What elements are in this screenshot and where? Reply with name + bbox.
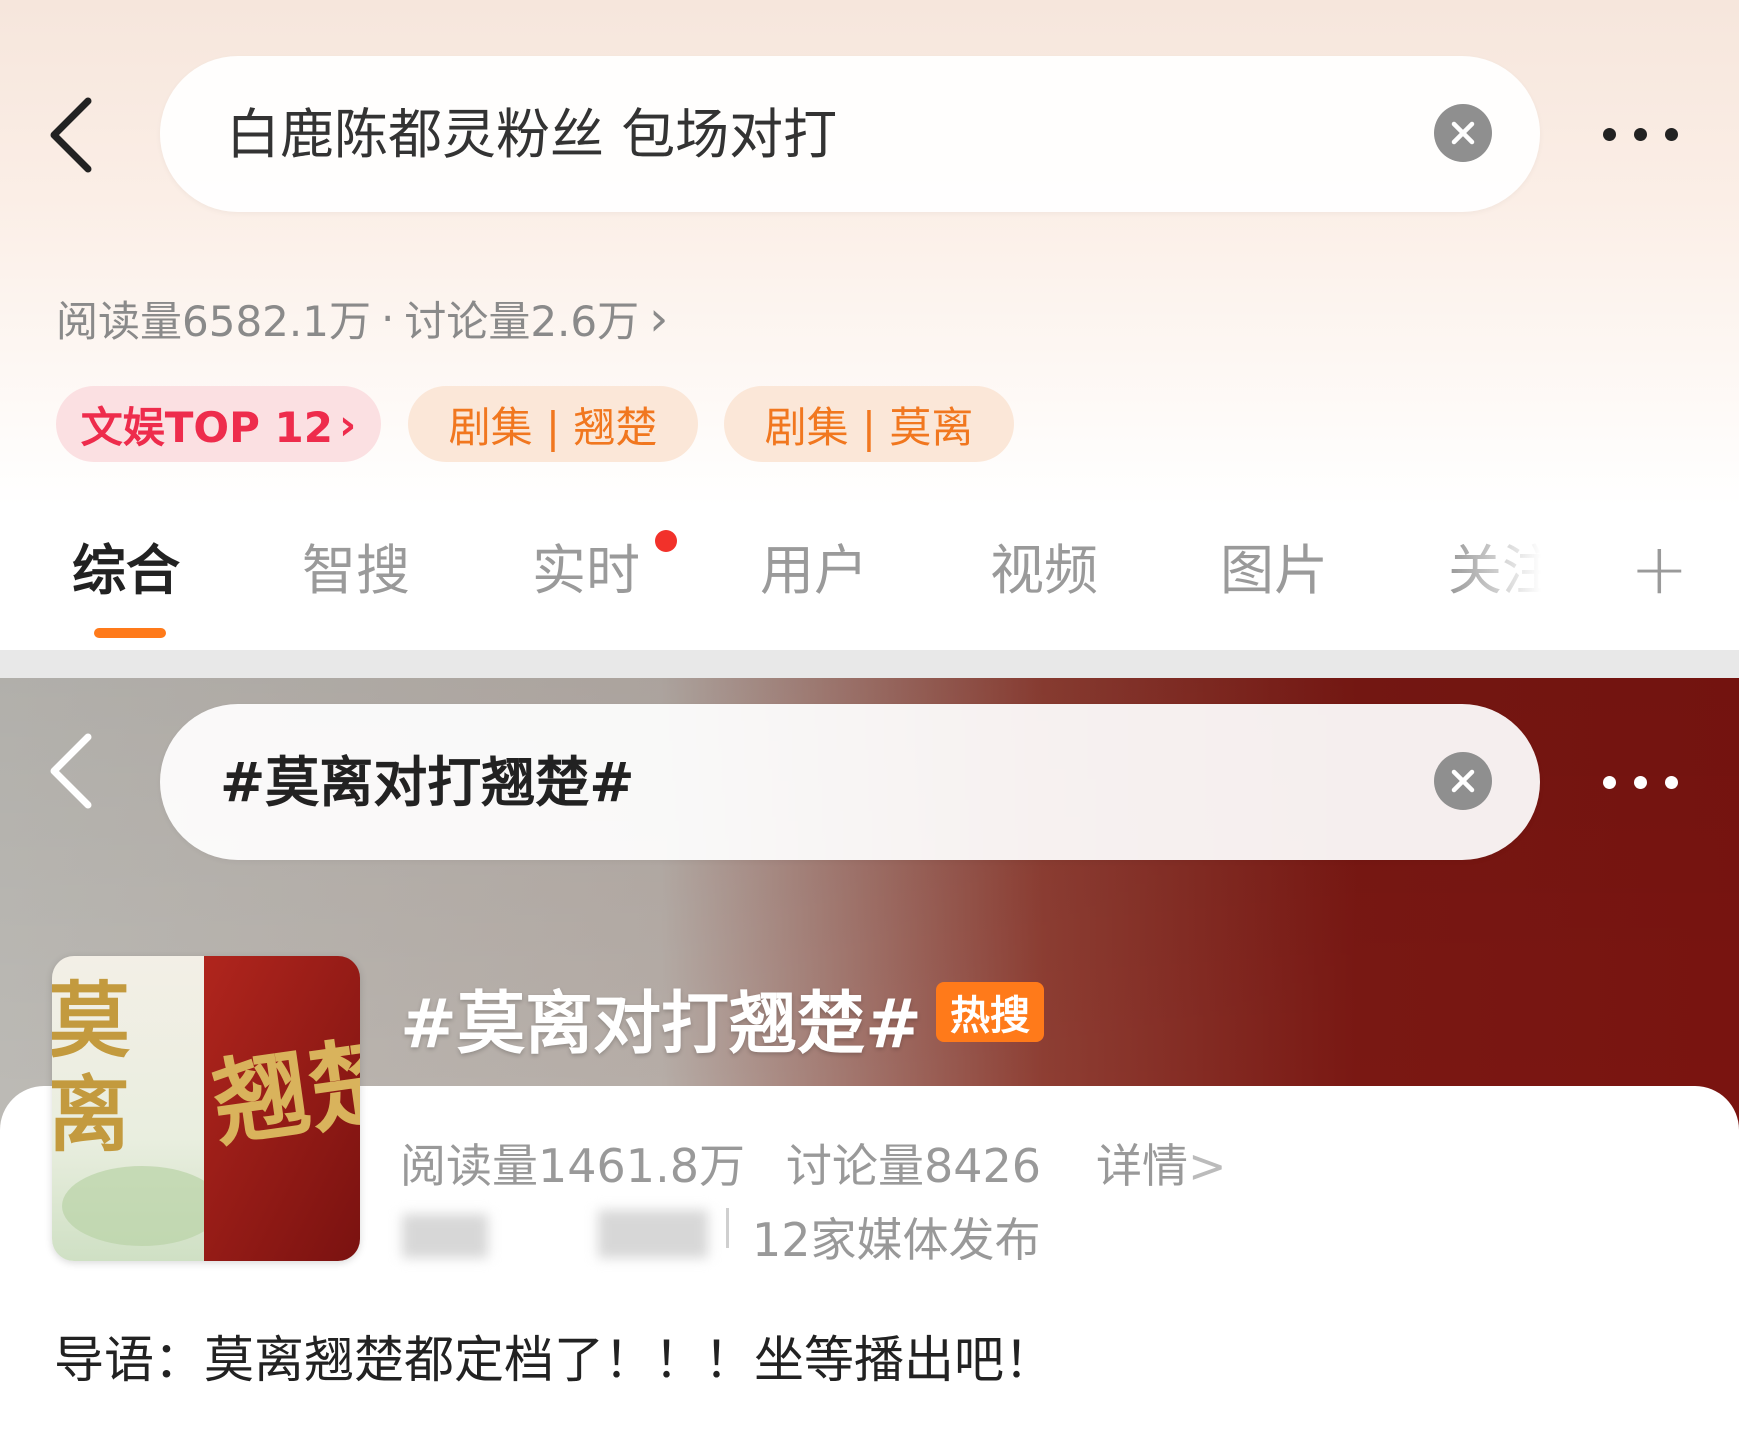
category-chip-label: 剧集 | 翘楚 xyxy=(448,402,658,452)
back-button[interactable] xyxy=(36,716,106,826)
read-count: 阅读量6582.1万 xyxy=(56,297,371,346)
top-search-screen: 白鹿陈都灵粉丝 包场对打 阅读量6582.1万 · 讨论量2.6万 › 文娱TO… xyxy=(0,0,1739,650)
topic-details-link[interactable]: 详情> xyxy=(1096,1130,1227,1196)
tab-images[interactable]: 图片 xyxy=(1220,544,1328,598)
blurred-host-name xyxy=(598,1210,708,1258)
clear-search-button[interactable] xyxy=(1434,104,1492,162)
more-icon xyxy=(1602,775,1616,789)
topic-lead: 导语：莫离翘楚都定档了！！！坐等播出吧！ xyxy=(54,1331,1054,1389)
tab-realtime[interactable]: 实时 xyxy=(532,544,640,598)
plus-icon: + xyxy=(1630,528,1689,610)
clear-icon xyxy=(1451,769,1475,793)
chevron-right-icon: › xyxy=(338,399,357,449)
tab-smart-search[interactable]: 智搜 xyxy=(302,544,410,598)
poster-title-qiaochu: 翘楚 xyxy=(206,1022,360,1161)
media-count: 12家媒体发布 xyxy=(752,1213,1041,1267)
clear-icon xyxy=(1451,121,1475,145)
topic-discussion-count: 讨论量8426 xyxy=(786,1139,1042,1193)
rank-chip-label: 文娱TOP 12 xyxy=(80,402,333,452)
poster-title-moli: 莫离 xyxy=(52,973,131,1163)
realtime-badge-dot xyxy=(655,530,677,552)
add-tab-button[interactable]: + xyxy=(1630,534,1689,604)
rank-chip[interactable]: 文娱TOP 12 › xyxy=(56,386,381,462)
topic-cover-image[interactable]: 莫离 翘楚 xyxy=(52,956,360,1261)
stats-separator: · xyxy=(380,294,395,343)
topic-stats[interactable]: 阅读量6582.1万 · 讨论量2.6万 › xyxy=(56,288,668,349)
category-chip-label: 剧集 | 莫离 xyxy=(764,402,974,452)
topic-title: #莫离对打翘楚# xyxy=(400,985,922,1064)
more-icon xyxy=(1602,127,1616,141)
tab-videos[interactable]: 视频 xyxy=(990,544,1098,598)
tab-overflow-fade xyxy=(1450,530,1580,620)
more-button[interactable] xyxy=(1580,104,1700,164)
screenshot-separator xyxy=(0,650,1739,678)
back-arrow-icon xyxy=(50,97,92,173)
chevron-right-icon: > xyxy=(1188,1139,1227,1193)
search-query[interactable]: #莫离对打翘楚# xyxy=(220,756,635,810)
details-label: 详情 xyxy=(1096,1139,1188,1193)
search-query[interactable]: 白鹿陈都灵粉丝 包场对打 xyxy=(226,108,837,162)
search-bar[interactable]: 白鹿陈都灵粉丝 包场对打 xyxy=(160,56,1540,212)
more-button[interactable] xyxy=(1580,752,1700,812)
category-chip-moli[interactable]: 剧集 | 莫离 xyxy=(724,386,1014,462)
back-arrow-icon xyxy=(50,733,92,809)
back-button[interactable] xyxy=(36,80,106,190)
chevron-right-icon: › xyxy=(649,290,669,347)
topic-read-count: 阅读量1461.8万 xyxy=(400,1139,745,1193)
category-chip-qiaochu[interactable]: 剧集 | 翘楚 xyxy=(408,386,698,462)
discussion-count: 讨论量2.6万 xyxy=(404,297,640,346)
hot-search-badge: 热搜 xyxy=(936,982,1044,1042)
active-tab-indicator xyxy=(94,628,166,638)
topic-screen: #莫离对打翘楚# #莫离对打翘楚# 热搜 阅读量1461.8万 讨论量8426 … xyxy=(0,678,1739,1440)
tab-comprehensive[interactable]: 综合 xyxy=(72,544,180,598)
clear-search-button[interactable] xyxy=(1434,752,1492,810)
tab-users[interactable]: 用户 xyxy=(760,544,868,598)
search-bar[interactable]: #莫离对打翘楚# xyxy=(160,704,1540,860)
blurred-host-name xyxy=(402,1214,488,1258)
